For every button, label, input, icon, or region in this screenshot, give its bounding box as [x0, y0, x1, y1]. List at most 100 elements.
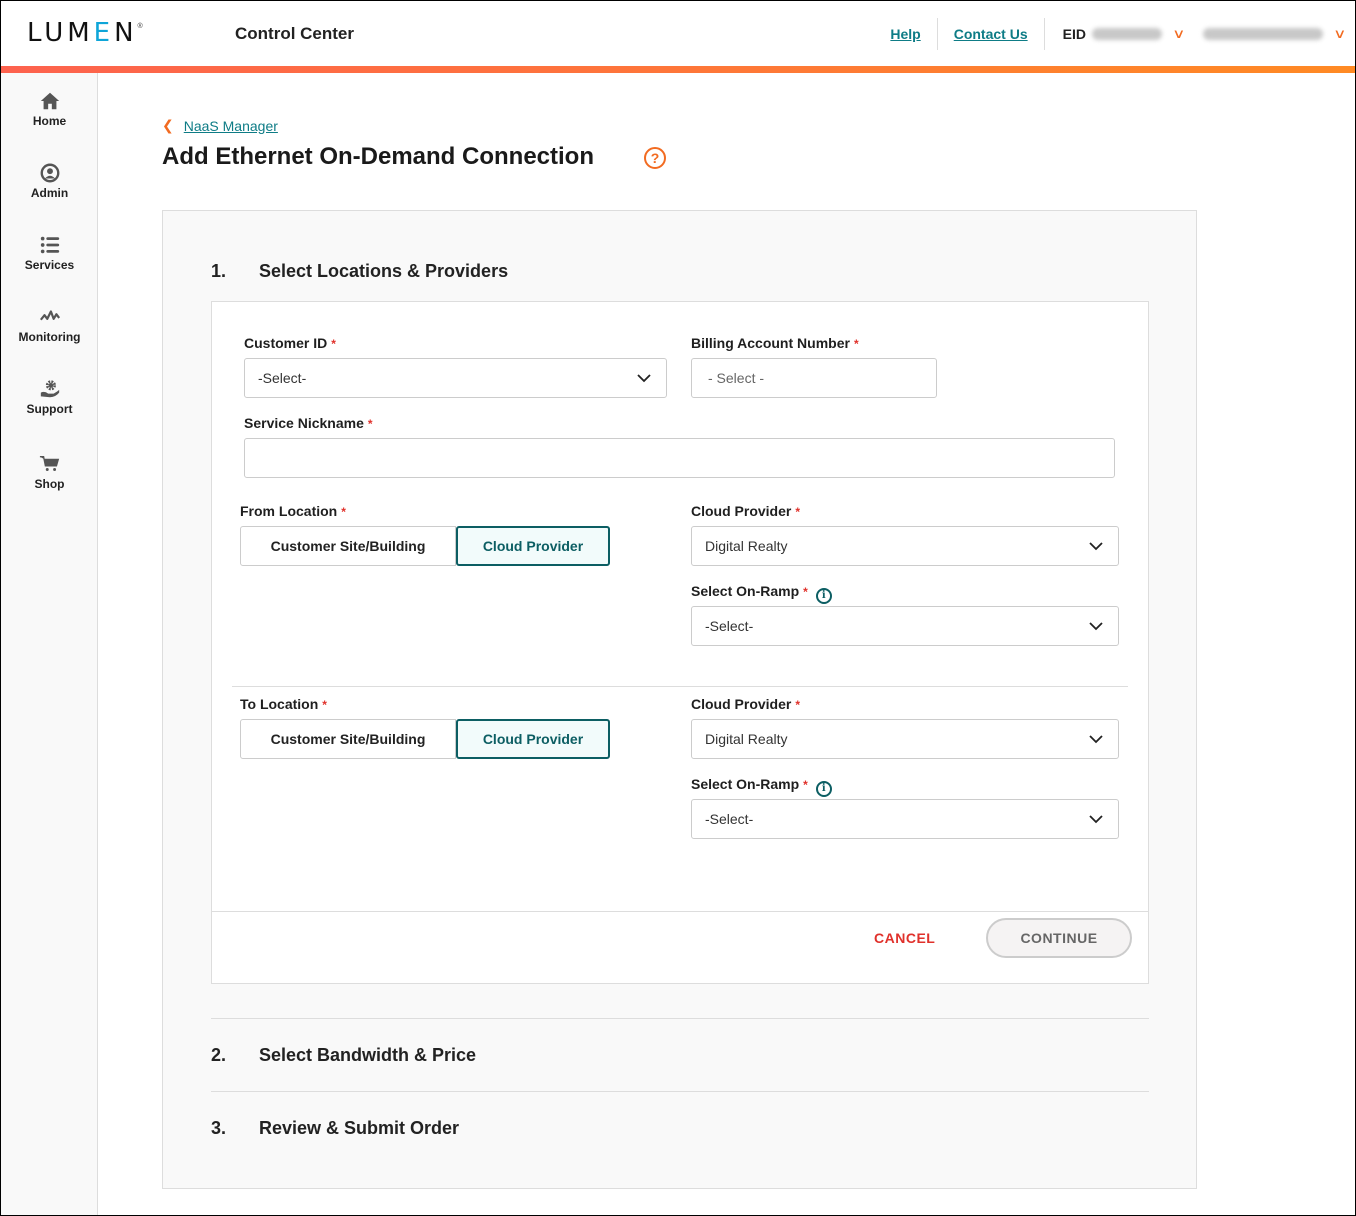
- sidebar-item-label: Monitoring: [18, 330, 81, 344]
- logo-registered-mark: ®: [137, 23, 143, 30]
- user-circle-icon: [40, 163, 59, 183]
- label-text: Select On-Ramp: [691, 776, 800, 792]
- sidebar-item-shop[interactable]: Shop: [1, 453, 98, 491]
- to-cloud-provider-option[interactable]: Cloud Provider: [456, 719, 610, 759]
- to-cloud-provider-select[interactable]: Digital Realty: [691, 719, 1119, 759]
- from-on-ramp-label: Select On-Ramp * i: [691, 583, 832, 604]
- step-3-header[interactable]: 3. Review & Submit Order: [211, 1118, 459, 1139]
- step-divider: [211, 1091, 1149, 1092]
- user-menu[interactable]: ∨: [1203, 26, 1355, 42]
- label-text: Cloud Provider: [691, 503, 792, 519]
- from-customer-site-option[interactable]: Customer Site/Building: [240, 526, 456, 566]
- sidebar-item-services[interactable]: Services: [1, 234, 98, 272]
- app-title: Control Center: [235, 24, 354, 43]
- required-marker: *: [795, 505, 801, 519]
- to-on-ramp-label: Select On-Ramp * i: [691, 776, 832, 797]
- sidebar-item-admin[interactable]: Admin: [1, 162, 98, 200]
- required-marker: *: [367, 417, 373, 431]
- step-number: 2.: [211, 1045, 227, 1065]
- eid-label: EID: [1062, 26, 1086, 42]
- label-text: Cloud Provider: [691, 696, 792, 712]
- logo-text: LUMEN: [27, 18, 138, 48]
- chevron-down-icon: [1089, 622, 1103, 631]
- support-gear-hand-icon: [40, 380, 59, 398]
- step-divider: [211, 1018, 1149, 1019]
- to-customer-site-option[interactable]: Customer Site/Building: [240, 719, 456, 759]
- wizard-container: 1. Select Locations & Providers Customer…: [162, 210, 1197, 1189]
- select-value: -Select-: [258, 370, 307, 386]
- section-divider: [232, 686, 1128, 687]
- info-icon[interactable]: i: [815, 588, 832, 604]
- chevron-down-icon: ∨: [1333, 26, 1347, 41]
- step-2-header[interactable]: 2. Select Bandwidth & Price: [211, 1045, 476, 1066]
- to-location-toggle: Customer Site/Building Cloud Provider: [240, 719, 610, 759]
- service-nickname-label: Service Nickname *: [244, 415, 373, 431]
- info-icon[interactable]: i: [815, 781, 832, 797]
- required-marker: *: [803, 778, 808, 792]
- customer-id-select[interactable]: -Select-: [244, 358, 667, 398]
- chevron-down-icon: ∨: [1172, 26, 1186, 41]
- from-on-ramp-select[interactable]: -Select-: [691, 606, 1119, 646]
- list-icon: [40, 236, 59, 254]
- required-marker: *: [853, 337, 859, 351]
- required-marker: *: [803, 585, 808, 599]
- select-value: Digital Realty: [705, 538, 788, 554]
- chevron-down-icon: [1089, 815, 1103, 824]
- cancel-button[interactable]: CANCEL: [874, 930, 935, 946]
- customer-id-label: Customer ID *: [244, 335, 336, 351]
- required-marker: *: [322, 698, 327, 712]
- sidebar-item-label: Admin: [30, 186, 69, 200]
- eid-selector[interactable]: ∨: [1091, 26, 1198, 42]
- help-question-icon[interactable]: ?: [644, 147, 666, 169]
- cart-icon: [39, 455, 59, 471]
- username-redacted: [1203, 28, 1324, 40]
- top-header: LUMEN ® Control Center Help Contact Us E…: [1, 1, 1355, 66]
- from-cloud-provider-select[interactable]: Digital Realty: [691, 526, 1119, 566]
- sidebar-item-support[interactable]: Support: [1, 378, 98, 416]
- help-link[interactable]: Help: [874, 26, 936, 42]
- label-text: From Location: [240, 503, 338, 519]
- label-text: To Location: [240, 696, 319, 712]
- label-text: Billing Account Number: [691, 335, 850, 351]
- from-location-toggle: Customer Site/Building Cloud Provider: [240, 526, 610, 566]
- step-1-form: Customer ID * -Select- Billing Account Nu…: [211, 301, 1149, 984]
- pulse-icon: [39, 310, 60, 321]
- continue-button[interactable]: CONTINUE: [986, 918, 1132, 958]
- from-cloud-provider-option[interactable]: Cloud Provider: [456, 526, 610, 566]
- label-text: Select On-Ramp: [691, 583, 800, 599]
- service-nickname-input[interactable]: [244, 438, 1115, 478]
- required-marker: *: [795, 698, 801, 712]
- to-on-ramp-select[interactable]: -Select-: [691, 799, 1119, 839]
- label-text: Customer ID: [244, 335, 328, 351]
- required-marker: *: [341, 505, 346, 519]
- sidebar-item-label: Shop: [34, 477, 65, 491]
- sidebar-item-monitoring[interactable]: Monitoring: [1, 306, 98, 344]
- sidebar-item-home[interactable]: Home: [1, 90, 98, 128]
- select-value: -Select-: [705, 811, 754, 827]
- step-title: Select Bandwidth & Price: [259, 1045, 477, 1065]
- step-1-header: 1. Select Locations & Providers: [211, 261, 508, 282]
- brand-stripe: [1, 66, 1355, 73]
- from-location-label: From Location *: [240, 503, 346, 519]
- sidebar-item-label: Home: [32, 114, 67, 128]
- contact-us-link[interactable]: Contact Us: [938, 26, 1044, 42]
- header-right: Help Contact Us EID ∨ ∨: [874, 17, 1355, 51]
- step-title: Review & Submit Order: [259, 1118, 460, 1138]
- select-value: Digital Realty: [705, 731, 788, 747]
- select-value: - Select -: [708, 370, 765, 386]
- billing-account-label: Billing Account Number *: [691, 335, 859, 351]
- chevron-down-icon: [1089, 735, 1103, 744]
- eid-value-redacted: [1091, 28, 1162, 40]
- back-to-naas-manager-link[interactable]: NaaS Manager: [184, 118, 278, 134]
- home-icon: [40, 92, 59, 110]
- billing-account-select[interactable]: - Select -: [691, 358, 937, 398]
- chevron-left-icon: ❮: [162, 117, 174, 133]
- lumen-logo[interactable]: LUMEN ®: [27, 18, 143, 48]
- sidebar-item-label: Services: [24, 258, 75, 272]
- to-location-label: To Location *: [240, 696, 327, 712]
- step-number: 3.: [211, 1118, 227, 1138]
- step-number: 1.: [211, 261, 227, 281]
- breadcrumb: ❮ NaaS Manager: [162, 117, 278, 134]
- select-value: -Select-: [705, 618, 754, 634]
- from-cloud-provider-label: Cloud Provider *: [691, 503, 800, 519]
